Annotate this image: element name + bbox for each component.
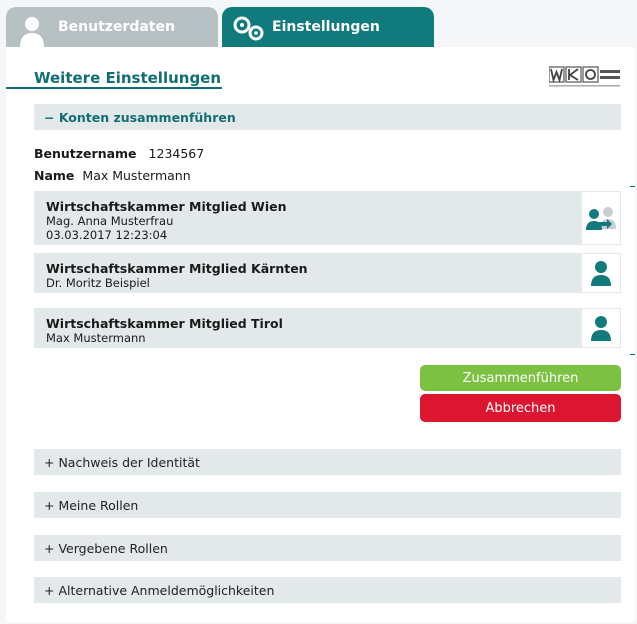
title-underline <box>6 87 222 89</box>
wko-logo-icon <box>549 66 620 87</box>
name-value: Max Mustermann <box>82 168 191 183</box>
tab-bar: Benutzerdaten Einstellungen <box>6 7 434 47</box>
card-person: Max Mustermann <box>46 331 146 345</box>
card-title: Wirtschaftskammer Mitglied Tirol <box>46 316 283 331</box>
card-title: Wirtschaftskammer Mitglied Kärnten <box>46 261 308 276</box>
user-button[interactable] <box>581 253 621 293</box>
accordion-vergebene-rollen[interactable]: + Vergebene Rollen <box>34 535 621 561</box>
user-icon <box>591 261 611 286</box>
tab-benutzerdaten-label: Benutzerdaten <box>58 19 175 35</box>
person-icon <box>20 17 44 47</box>
card-person: Mag. Anna Musterfrau <box>46 214 174 228</box>
gears-icon <box>233 16 264 41</box>
settings-panel: Weitere Einstellungen − Konten zusammenf… <box>6 47 635 622</box>
accordion-nachweis-identitaet[interactable]: + Nachweis der Identität <box>34 449 621 475</box>
username-label: Benutzername <box>34 146 137 161</box>
account-card-kaernten[interactable]: Wirtschaftskammer Mitglied Kärnten Dr. M… <box>34 253 621 293</box>
tab-benutzerdaten[interactable]: Benutzerdaten <box>6 7 218 47</box>
tab-einstellungen-label: Einstellungen <box>272 19 380 35</box>
name-label: Name <box>34 168 75 183</box>
username-row: Benutzername 1234567 <box>34 146 204 161</box>
page-title: Weitere Einstellungen <box>34 69 222 87</box>
tab-einstellungen[interactable]: Einstellungen <box>222 7 434 47</box>
account-card-wien[interactable]: Wirtschaftskammer Mitglied Wien Mag. Ann… <box>34 191 621 245</box>
accordion-alternative-anmeldemoeglichkeiten[interactable]: + Alternative Anmeldemöglichkeiten <box>34 577 621 603</box>
card-timestamp: 03.03.2017 12:23:04 <box>46 228 168 242</box>
zusammenfuehren-button[interactable]: Zusammenführen <box>420 365 621 391</box>
user-button[interactable] <box>581 308 621 348</box>
name-row: Name Max Mustermann <box>34 168 191 183</box>
username-value: 1234567 <box>148 146 205 161</box>
card-person: Dr. Moritz Beispiel <box>46 276 150 290</box>
user-icon <box>591 316 611 341</box>
accordion-konten-zusammenfuehren[interactable]: − Konten zusammenführen <box>34 104 621 130</box>
accordion-meine-rollen[interactable]: + Meine Rollen <box>34 492 621 518</box>
side-marker <box>630 186 635 187</box>
abbrechen-button[interactable]: Abbrechen <box>420 394 621 422</box>
card-title: Wirtschaftskammer Mitglied Wien <box>46 199 287 214</box>
side-marker <box>630 354 635 355</box>
user-transfer-icon <box>586 207 616 230</box>
account-card-tirol[interactable]: Wirtschaftskammer Mitglied Tirol Max Mus… <box>34 308 621 348</box>
user-transfer-button[interactable] <box>581 191 621 245</box>
